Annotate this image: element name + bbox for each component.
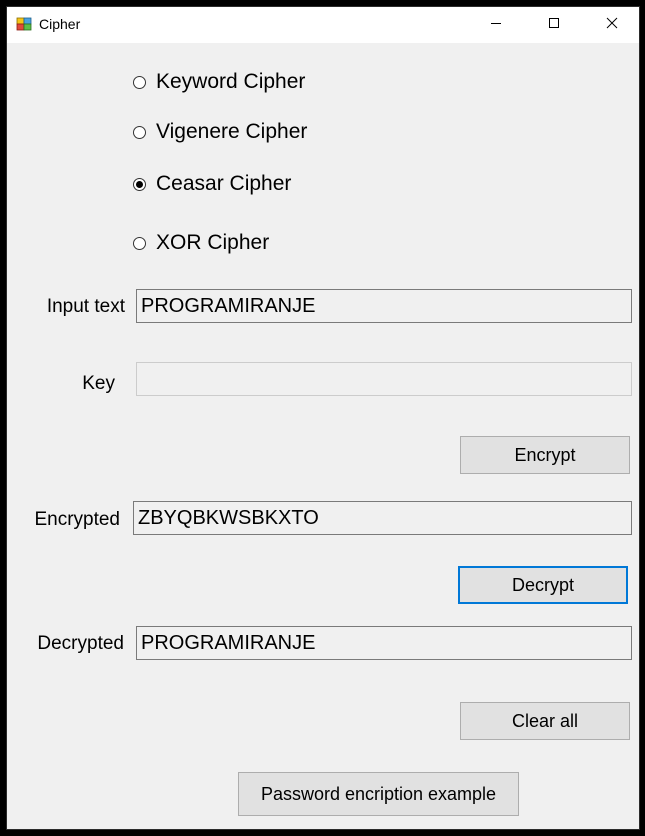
key-label: Key [82, 373, 115, 394]
minimize-icon [490, 16, 502, 34]
radio-label: XOR Cipher [156, 231, 270, 254]
radio-keyword-cipher[interactable]: Keyword Cipher [133, 70, 305, 94]
title-bar[interactable]: Cipher [7, 7, 639, 43]
radio-label: Vigenere Cipher [156, 120, 308, 143]
radio-button-icon [133, 236, 146, 250]
encrypted-field[interactable]: ZBYQBKWSBKXTO [133, 501, 632, 535]
radio-button-checked-icon [133, 177, 146, 191]
minimize-button[interactable] [467, 7, 525, 43]
app-icon [16, 16, 32, 32]
radio-xor-cipher[interactable]: XOR Cipher [133, 231, 269, 255]
radio-button-icon [133, 125, 146, 139]
input-text-field[interactable]: PROGRAMIRANJE [136, 289, 632, 323]
password-encription-example-button[interactable]: Password encription example [238, 772, 519, 816]
maximize-icon [548, 16, 560, 34]
close-icon [606, 16, 618, 34]
encrypt-button[interactable]: Encrypt [460, 436, 630, 474]
window-title: Cipher [39, 16, 81, 32]
decrypted-field[interactable]: PROGRAMIRANJE [136, 626, 632, 660]
key-field[interactable] [136, 362, 632, 396]
radio-label: Ceasar Cipher [156, 172, 292, 195]
radio-ceasar-cipher[interactable]: Ceasar Cipher [133, 172, 291, 196]
clear-all-button[interactable]: Clear all [460, 702, 630, 740]
cipher-window: Cipher Keyword Cipher Vigenere Cipher Ce… [6, 6, 640, 830]
radio-dot [136, 180, 143, 188]
encrypted-label: Encrypted [34, 509, 120, 530]
radio-button-icon [133, 75, 146, 89]
decrypt-button[interactable]: Decrypt [458, 566, 628, 604]
radio-vigenere-cipher[interactable]: Vigenere Cipher [133, 120, 307, 144]
maximize-button[interactable] [525, 7, 583, 43]
radio-label: Keyword Cipher [156, 70, 306, 93]
close-button[interactable] [583, 7, 641, 43]
decrypted-label: Decrypted [37, 633, 124, 654]
input-text-label: Input text [46, 296, 125, 317]
